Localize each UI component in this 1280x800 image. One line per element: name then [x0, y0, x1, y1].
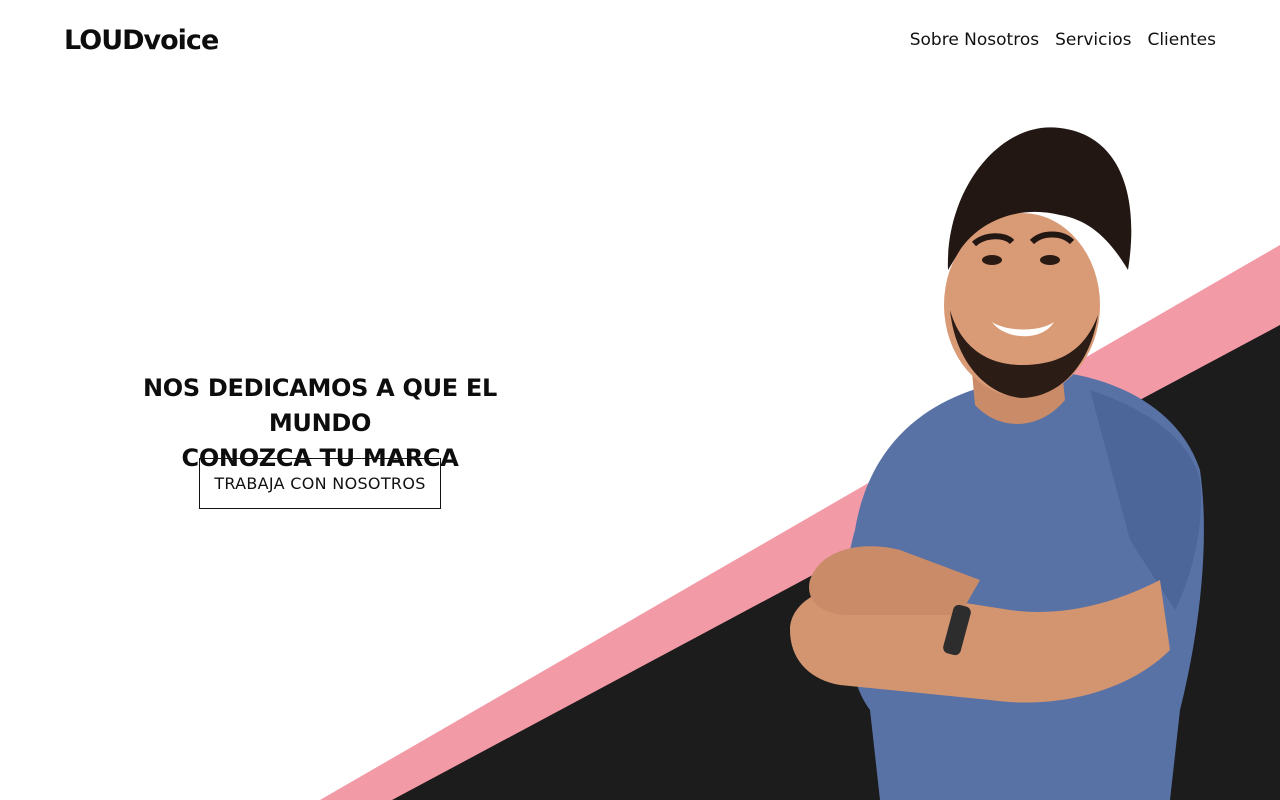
hero-person-image [790, 127, 1204, 800]
nav-item-clientes[interactable]: Clientes [1147, 28, 1216, 52]
trabaja-con-nosotros-button[interactable]: TRABAJA CON NOSOTROS [199, 458, 441, 509]
nav-item-sobre-nosotros[interactable]: Sobre Nosotros [910, 28, 1039, 52]
main-nav: Sobre Nosotros Servicios Clientes [910, 28, 1216, 52]
logo[interactable]: LOUDvoice [64, 24, 219, 58]
nav-item-servicios[interactable]: Servicios [1055, 28, 1131, 52]
person-left-eye [982, 255, 1002, 265]
person-right-eye [1040, 255, 1060, 265]
hero-title-line-1: NOS DEDICAMOS A QUE EL MUNDO [142, 374, 498, 437]
logo-text: LOUDvoice [64, 25, 219, 56]
